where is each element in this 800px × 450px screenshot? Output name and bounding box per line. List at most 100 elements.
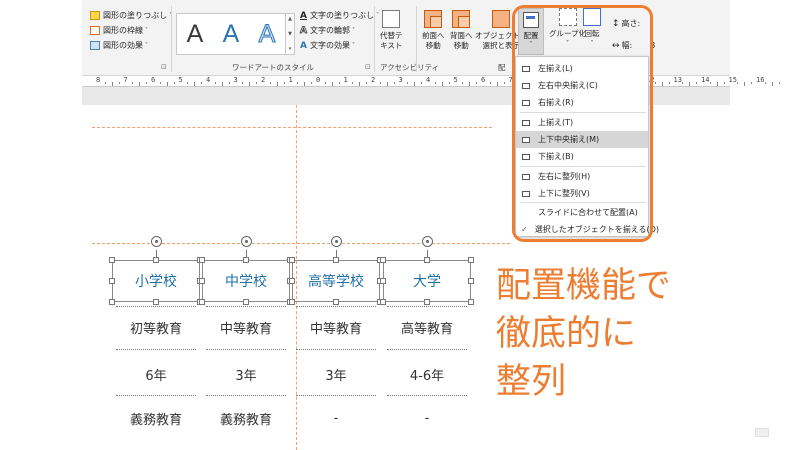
- text-fill-button[interactable]: A 文字の塗りつぶし ˅: [300, 10, 379, 21]
- ruler-number: 8: [96, 76, 101, 84]
- shape-fill-button[interactable]: 図形の塗りつぶし ˅: [90, 10, 172, 21]
- text-effects-button[interactable]: A 文字の効果 ˅: [300, 40, 355, 51]
- resize-handle[interactable]: [333, 257, 339, 263]
- table-cell: 義務教育: [129, 412, 182, 428]
- resize-handle[interactable]: [380, 257, 386, 263]
- table-cell: 初等教育: [129, 321, 182, 337]
- resize-handle[interactable]: [243, 257, 249, 263]
- ruler-tick: [737, 82, 739, 84]
- ruler-tick: [166, 82, 168, 86]
- ruler-tick: [696, 82, 698, 84]
- table-cell: 3年: [325, 368, 347, 384]
- resize-handle[interactable]: [109, 299, 115, 305]
- gallery-more-icon[interactable]: ▾: [289, 46, 292, 52]
- alt-text-button[interactable]: 代替テ キスト: [380, 10, 403, 51]
- ruler-tick: [146, 82, 148, 84]
- row-divider: [387, 349, 467, 350]
- ruler-tick: [764, 82, 766, 84]
- resize-handle[interactable]: [199, 278, 205, 284]
- callout-text[interactable]: 配置機能で 徹底的に 整列: [496, 262, 736, 406]
- ruler-tick: [331, 82, 333, 86]
- ruler-number: 4: [206, 76, 211, 84]
- resize-handle[interactable]: [153, 257, 159, 263]
- ruler-tick: [434, 82, 436, 84]
- table-header-cell[interactable]: 高等学校: [292, 260, 380, 302]
- ruler-tick: [276, 82, 278, 86]
- rotate-handle-icon[interactable]: [151, 236, 162, 247]
- resize-handle[interactable]: [199, 257, 205, 263]
- bring-forward-icon: [424, 10, 443, 28]
- ruler-tick: [242, 82, 244, 84]
- ruler-number: 6: [481, 76, 486, 84]
- ruler-tick: [352, 82, 354, 84]
- ruler-number: 16: [756, 76, 765, 84]
- ruler-number: 6: [151, 76, 156, 84]
- resize-handle[interactable]: [289, 257, 295, 263]
- resize-handle[interactable]: [243, 299, 249, 305]
- ruler-number: 7: [123, 76, 128, 84]
- resize-handle[interactable]: [424, 299, 430, 305]
- table-cell: 4-6年: [409, 368, 445, 384]
- ruler-tick: [249, 82, 251, 86]
- chevron-down-icon[interactable]: ▼: [288, 31, 292, 37]
- resize-handle[interactable]: [468, 278, 474, 284]
- table-header-cell[interactable]: 小学校: [112, 260, 200, 302]
- text-outline-button[interactable]: A 文字の輪郭 ˅: [300, 25, 355, 36]
- wordart-launcher-icon[interactable]: ⊡: [365, 63, 371, 71]
- ruler-tick: [221, 82, 223, 86]
- ruler-tick: [194, 82, 196, 86]
- resize-handle[interactable]: [380, 299, 386, 305]
- notes-toggle[interactable]: [755, 428, 769, 437]
- send-backward-button[interactable]: 背面へ 移動: [450, 10, 473, 51]
- resize-handle[interactable]: [468, 299, 474, 305]
- group-separator: [171, 6, 172, 72]
- wordart-style-plain[interactable]: A: [187, 20, 204, 49]
- wordart-gallery-scroll[interactable]: ▲ ▼ ▾: [286, 13, 295, 55]
- shape-effects-button[interactable]: 図形の効果 ˅: [90, 40, 148, 51]
- row-divider: [116, 395, 196, 396]
- ruler-tick: [111, 82, 113, 86]
- resize-handle[interactable]: [380, 278, 386, 284]
- wordart-style-outline[interactable]: A: [258, 19, 276, 49]
- row-divider: [116, 306, 196, 307]
- wordart-gallery[interactable]: A A A: [176, 13, 286, 55]
- ruler-number: 1: [288, 76, 293, 84]
- resize-handle[interactable]: [289, 299, 295, 305]
- callout-line: 整列: [496, 362, 567, 402]
- ruler-tick: [778, 82, 780, 84]
- resize-handle[interactable]: [424, 257, 430, 263]
- ruler-tick: [359, 82, 361, 86]
- rotate-handle-icon[interactable]: [331, 236, 342, 247]
- ruler-tick: [159, 82, 161, 84]
- rotate-handle-icon[interactable]: [241, 236, 252, 247]
- ruler-tick: [414, 82, 416, 86]
- accessibility-group-label: アクセシビリティ: [380, 63, 440, 72]
- resize-handle[interactable]: [289, 278, 295, 284]
- row-divider: [387, 306, 467, 307]
- row-divider: [206, 349, 286, 350]
- send-backward-icon: [452, 10, 471, 28]
- ruler-number: 0: [316, 76, 321, 84]
- resize-handle[interactable]: [153, 299, 159, 305]
- table-header-cell[interactable]: 大学: [383, 260, 471, 302]
- ruler-tick: [118, 82, 120, 84]
- table-cell: 3年: [235, 368, 257, 384]
- rotate-handle-icon[interactable]: [422, 236, 433, 247]
- ruler-tick: [283, 82, 285, 84]
- bring-forward-button[interactable]: 前面へ 移動: [422, 10, 445, 51]
- ruler-number: 15: [728, 76, 737, 84]
- wordart-style-blue[interactable]: A: [223, 20, 240, 49]
- ruler-tick: [751, 82, 753, 84]
- resize-handle[interactable]: [109, 278, 115, 284]
- resize-handle[interactable]: [199, 299, 205, 305]
- shape-outline-button[interactable]: 図形の枠線 ˅: [90, 25, 148, 36]
- ruler-number: 4: [426, 76, 431, 84]
- table-header-cell[interactable]: 中学校: [202, 260, 290, 302]
- shape-styles-launcher-icon[interactable]: ⊡: [161, 63, 167, 71]
- ruler-number: 5: [453, 76, 458, 84]
- ruler-tick: [201, 82, 203, 84]
- resize-handle[interactable]: [333, 299, 339, 305]
- resize-handle[interactable]: [468, 257, 474, 263]
- chevron-up-icon[interactable]: ▲: [288, 16, 292, 22]
- resize-handle[interactable]: [109, 257, 115, 263]
